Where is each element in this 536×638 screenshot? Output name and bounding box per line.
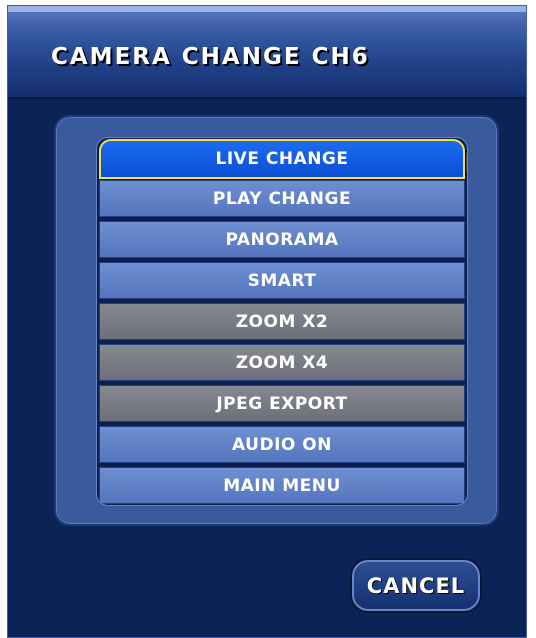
dialog-titlebar: CAMERA CHANGE CH6 <box>8 6 526 99</box>
menu-item-audio-on[interactable]: AUDIO ON <box>99 426 465 463</box>
cancel-button[interactable]: CANCEL <box>350 558 482 613</box>
menu-item-jpeg-export[interactable]: JPEG EXPORT <box>99 385 465 422</box>
menu-item-main-menu[interactable]: MAIN MENU <box>99 467 465 504</box>
menu-panel: LIVE CHANGE PLAY CHANGE PANORAMA SMART Z… <box>54 115 499 526</box>
menu-item-smart[interactable]: SMART <box>99 262 465 299</box>
menu-item-play-change[interactable]: PLAY CHANGE <box>99 180 465 217</box>
menu-item-zoom-x4[interactable]: ZOOM X4 <box>99 344 465 381</box>
menu-item-panorama[interactable]: PANORAMA <box>99 221 465 258</box>
dialog-title: CAMERA CHANGE CH6 <box>51 44 370 70</box>
camera-change-dialog: CAMERA CHANGE CH6 LIVE CHANGE PLAY CHANG… <box>7 5 527 638</box>
menu-list: LIVE CHANGE PLAY CHANGE PANORAMA SMART Z… <box>96 137 468 506</box>
arrow-cursor-icon <box>465 150 467 176</box>
menu-item-zoom-x2[interactable]: ZOOM X2 <box>99 303 465 340</box>
menu-item-live-change[interactable]: LIVE CHANGE <box>99 139 465 179</box>
